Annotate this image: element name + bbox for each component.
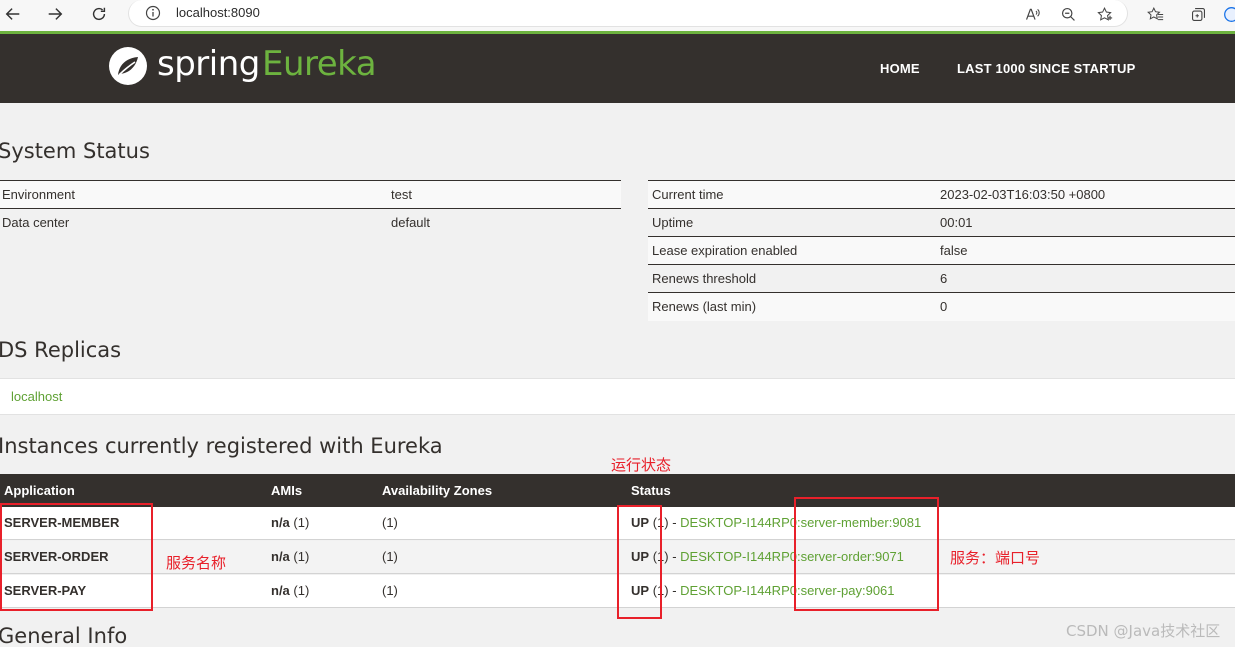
annotation-service-name-label: 服务名称 [166, 554, 227, 572]
status-key: Renews (last min) [648, 292, 938, 321]
zones-cell: (1) [382, 583, 398, 598]
read-aloud-icon[interactable] [1022, 4, 1042, 24]
collections-icon[interactable] [1188, 4, 1208, 24]
ds-replicas-heading: DS Replicas [0, 338, 122, 362]
status-key: Current time [648, 180, 938, 209]
profile-icon[interactable] [1221, 4, 1235, 24]
column-header-application: Application [4, 483, 75, 498]
spring-leaf-logo-icon [107, 45, 149, 87]
watermark: CSDN @Java技术社区 [1066, 622, 1221, 640]
table-row: Renews threshold 6 [648, 264, 1235, 293]
info-icon[interactable] [145, 5, 161, 21]
status-value: 0 [938, 292, 1235, 321]
replica-link[interactable]: localhost [11, 389, 62, 404]
zones-cell: (1) [382, 515, 398, 530]
table-row: Current time 2023-02-03T16:03:50 +0800 [648, 180, 1235, 209]
annotation-status-label: 运行状态 [611, 456, 672, 474]
annotation-box-application [0, 503, 153, 611]
system-status-heading: System Status [0, 139, 150, 163]
status-key: Data center [0, 208, 389, 237]
replica-list: localhost [0, 378, 1235, 415]
zones-cell: (1) [382, 549, 398, 564]
annotation-box-status [617, 505, 662, 619]
zoom-out-icon[interactable] [1058, 4, 1078, 24]
instances-heading: Instances currently registered with Eure… [0, 434, 443, 458]
system-status-left-table: Environment test Data center default [0, 180, 621, 237]
url-text[interactable]: localhost:8090 [176, 5, 260, 20]
amis-cell: n/a (1) [271, 515, 310, 530]
column-header-zones: Availability Zones [382, 483, 493, 498]
favorite-add-icon[interactable] [1094, 4, 1114, 24]
status-value: false [938, 236, 1235, 265]
table-row: Uptime 00:01 [648, 208, 1235, 237]
forward-icon[interactable] [42, 1, 68, 27]
status-key: Renews threshold [648, 264, 938, 293]
back-icon[interactable] [0, 1, 26, 27]
table-row: Renews (last min) 0 [648, 292, 1235, 321]
column-header-status: Status [631, 483, 671, 498]
annotation-service-port-label: 服务：端口号 [950, 549, 1041, 567]
logo-eureka-text: Eureka [262, 44, 377, 84]
status-key: Lease expiration enabled [648, 236, 938, 265]
table-row: Environment test [0, 180, 621, 209]
system-status-right-table: Current time 2023-02-03T16:03:50 +0800 U… [648, 180, 1235, 321]
amis-cell: n/a (1) [271, 583, 310, 598]
status-value: 6 [938, 264, 1235, 293]
logo-spring-text: spring [157, 44, 260, 84]
status-value: 00:01 [938, 208, 1235, 237]
general-info-heading: General Info [0, 624, 128, 647]
status-value: default [389, 208, 621, 237]
status-key: Environment [0, 180, 389, 209]
annotation-box-instance [794, 497, 939, 611]
table-row: Data center default [0, 208, 621, 237]
browser-toolbar: localhost:8090 [0, 0, 1235, 31]
status-value: 2023-02-03T16:03:50 +0800 [938, 180, 1235, 209]
favorites-icon[interactable] [1145, 4, 1165, 24]
column-header-amis: AMIs [271, 483, 303, 498]
refresh-icon[interactable] [86, 1, 112, 27]
status-key: Uptime [648, 208, 938, 237]
status-value: test [389, 180, 621, 209]
nav-home-link[interactable]: HOME [880, 61, 920, 76]
address-bar[interactable] [128, 0, 1128, 27]
amis-cell: n/a (1) [271, 549, 310, 564]
instances-table-header: Application AMIs Availability Zones Stat… [0, 474, 1235, 507]
table-row: Lease expiration enabled false [648, 236, 1235, 265]
nav-last-1000-link[interactable]: LAST 1000 SINCE STARTUP [957, 61, 1135, 76]
